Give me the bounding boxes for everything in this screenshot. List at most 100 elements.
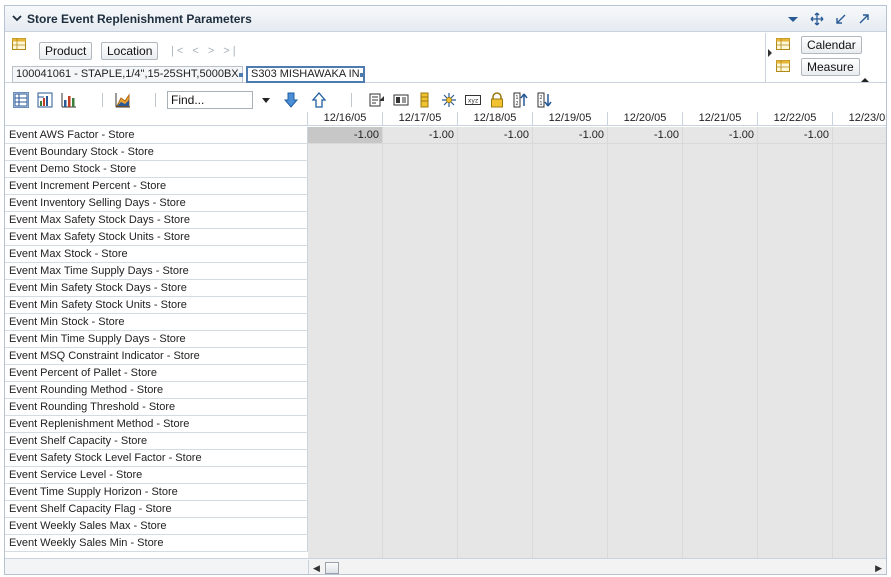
collapse-chevron-icon[interactable] bbox=[12, 13, 22, 23]
spread-icon[interactable] bbox=[441, 92, 457, 108]
measure-row-header[interactable]: Event MSQ Constraint Indicator - Store bbox=[5, 348, 308, 365]
measure-row-header[interactable]: Event Percent of Pallet - Store bbox=[5, 365, 308, 382]
product-value[interactable]: 100041061 - STAPLE,1/4",15-25SHT,5000BX bbox=[12, 66, 243, 83]
svg-text:xyz: xyz bbox=[468, 98, 478, 105]
sort-descending-icon[interactable]: 21 bbox=[537, 92, 553, 108]
highlight-column-icon[interactable] bbox=[417, 92, 433, 108]
column-gridline bbox=[832, 127, 833, 558]
date-column-header[interactable]: 12/23/05 bbox=[833, 112, 886, 126]
scrollbar-thumb[interactable] bbox=[325, 562, 339, 574]
product-button[interactable]: Product bbox=[39, 42, 93, 60]
measure-row-header[interactable]: Event Min Stock - Store bbox=[5, 314, 308, 331]
measure-row-header[interactable]: Event Demo Stock - Store bbox=[5, 161, 308, 178]
find-previous-arrow-icon[interactable] bbox=[311, 92, 327, 108]
date-column-header[interactable]: 12/16/05 bbox=[308, 112, 383, 126]
column-gridline bbox=[457, 127, 458, 558]
date-column-header[interactable]: 12/21/05 bbox=[683, 112, 758, 126]
measure-button[interactable]: Measure bbox=[801, 58, 860, 76]
toolbar-separator bbox=[102, 93, 103, 107]
measure-row-header[interactable]: Event Service Level - Store bbox=[5, 467, 308, 484]
measure-row-header[interactable]: Event Rounding Method - Store bbox=[5, 382, 308, 399]
measure-row-header[interactable]: Event Max Safety Stock Days - Store bbox=[5, 212, 308, 229]
data-cell[interactable]: -1.00 bbox=[383, 127, 458, 144]
move-icon[interactable] bbox=[810, 12, 824, 26]
pov-bar: Product Location |< < > >| 100041061 - S… bbox=[5, 33, 886, 83]
data-cell[interactable]: -1 bbox=[833, 127, 886, 144]
column-gridline bbox=[682, 127, 683, 558]
data-cell[interactable]: -1.00 bbox=[458, 127, 533, 144]
location-button[interactable]: Location bbox=[101, 42, 159, 60]
measure-row-header[interactable]: Event Inventory Selling Days - Store bbox=[5, 195, 308, 212]
panel-title: Store Event Replenishment Parameters bbox=[27, 12, 252, 26]
grid-corner-header bbox=[5, 112, 308, 126]
find-dropdown-icon[interactable] bbox=[261, 95, 271, 105]
svg-text:1: 1 bbox=[539, 101, 542, 107]
bar-chart-icon[interactable] bbox=[61, 92, 77, 108]
data-cell[interactable]: -1.00 bbox=[533, 127, 608, 144]
product-handle-icon bbox=[239, 73, 243, 77]
column-gridline bbox=[757, 127, 758, 558]
scroll-left-icon[interactable]: ◀ bbox=[313, 563, 320, 574]
pov-navigation-arrows[interactable]: |< < > >| bbox=[171, 45, 239, 57]
xyz-measure-icon[interactable]: xyz bbox=[465, 92, 481, 108]
find-next-arrow-icon[interactable] bbox=[283, 92, 299, 108]
grid-data-area bbox=[308, 127, 886, 558]
pov-divider bbox=[765, 33, 766, 83]
measure-row-header[interactable]: Event Time Supply Horizon - Store bbox=[5, 484, 308, 501]
location-value[interactable]: S303 MISHAWAKA IN bbox=[246, 66, 365, 83]
measure-row-header[interactable]: Event Min Safety Stock Days - Store bbox=[5, 280, 308, 297]
measure-row-header[interactable]: Event Shelf Capacity - Store bbox=[5, 433, 308, 450]
measure-row-header[interactable]: Event Shelf Capacity Flag - Store bbox=[5, 501, 308, 518]
data-cell[interactable]: -1.00 bbox=[683, 127, 758, 144]
data-cell[interactable]: -1.00 bbox=[308, 127, 383, 144]
lock-icon[interactable] bbox=[489, 92, 505, 108]
toolbar: xyz 12 21 bbox=[5, 88, 886, 112]
sort-ascending-icon[interactable]: 12 bbox=[513, 92, 529, 108]
data-cell[interactable]: -1.00 bbox=[608, 127, 683, 144]
scroll-right-icon[interactable]: ▶ bbox=[875, 563, 882, 574]
column-gridline bbox=[607, 127, 608, 558]
area-chart-icon[interactable] bbox=[115, 92, 131, 108]
expand-arrow-icon[interactable] bbox=[768, 49, 772, 57]
measure-row-header[interactable]: Event Max Time Supply Days - Store bbox=[5, 263, 308, 280]
pivot-table-icon[interactable] bbox=[12, 38, 26, 50]
measure-row-header[interactable]: Event Safety Stock Level Factor - Store bbox=[5, 450, 308, 467]
data-grid: 12/16/05 12/17/05 12/18/05 12/19/05 12/20/05… bbox=[5, 112, 886, 558]
toolbar-separator bbox=[351, 93, 352, 107]
date-column-header[interactable]: 12/17/05 bbox=[383, 112, 458, 126]
date-column-header[interactable]: 12/18/05 bbox=[458, 112, 533, 126]
location-handle-icon bbox=[360, 73, 364, 77]
measure-row-header[interactable]: Event Rounding Threshold - Store bbox=[5, 399, 308, 416]
dropdown-menu-icon[interactable] bbox=[786, 12, 800, 26]
date-column-header[interactable]: 12/20/05 bbox=[608, 112, 683, 126]
date-column-header[interactable]: 12/22/05 bbox=[758, 112, 833, 126]
measure-row-header[interactable]: Event Weekly Sales Max - Store bbox=[5, 518, 308, 535]
calendar-table-icon bbox=[776, 38, 790, 50]
horizontal-scrollbar[interactable]: ◀ ▶ bbox=[308, 560, 886, 574]
maximize-icon[interactable] bbox=[857, 12, 871, 26]
column-gridline bbox=[382, 127, 383, 558]
panel-header: Store Event Replenishment Parameters bbox=[5, 6, 886, 32]
measure-row-header[interactable]: Event Min Time Supply Days - Store bbox=[5, 331, 308, 348]
measure-row-header[interactable]: Event AWS Factor - Store bbox=[5, 127, 308, 144]
date-column-header[interactable]: 12/19/05 bbox=[533, 112, 608, 126]
toolbar-separator bbox=[155, 93, 156, 107]
calendar-button[interactable]: Calendar bbox=[801, 36, 862, 54]
measure-row-header[interactable]: Event Max Safety Stock Units - Store bbox=[5, 229, 308, 246]
measure-row-header[interactable]: Event Boundary Stock - Store bbox=[5, 144, 308, 161]
column-gridline bbox=[532, 127, 533, 558]
data-cell[interactable]: -1.00 bbox=[758, 127, 833, 144]
format-icon[interactable] bbox=[369, 92, 385, 108]
show-hide-icon[interactable] bbox=[393, 92, 409, 108]
minimize-icon[interactable] bbox=[834, 12, 848, 26]
measure-row-header[interactable]: Event Min Safety Stock Units - Store bbox=[5, 297, 308, 314]
measure-row-header[interactable]: Event Weekly Sales Min - Store bbox=[5, 535, 308, 552]
find-input[interactable] bbox=[167, 91, 253, 109]
grid-view-icon[interactable] bbox=[13, 92, 29, 108]
measure-row-header[interactable]: Event Increment Percent - Store bbox=[5, 178, 308, 195]
scroll-up-icon[interactable] bbox=[859, 77, 871, 83]
measure-table-icon bbox=[776, 60, 790, 72]
chart-grid-view-icon[interactable] bbox=[37, 92, 53, 108]
measure-row-header[interactable]: Event Max Stock - Store bbox=[5, 246, 308, 263]
measure-row-header[interactable]: Event Replenishment Method - Store bbox=[5, 416, 308, 433]
